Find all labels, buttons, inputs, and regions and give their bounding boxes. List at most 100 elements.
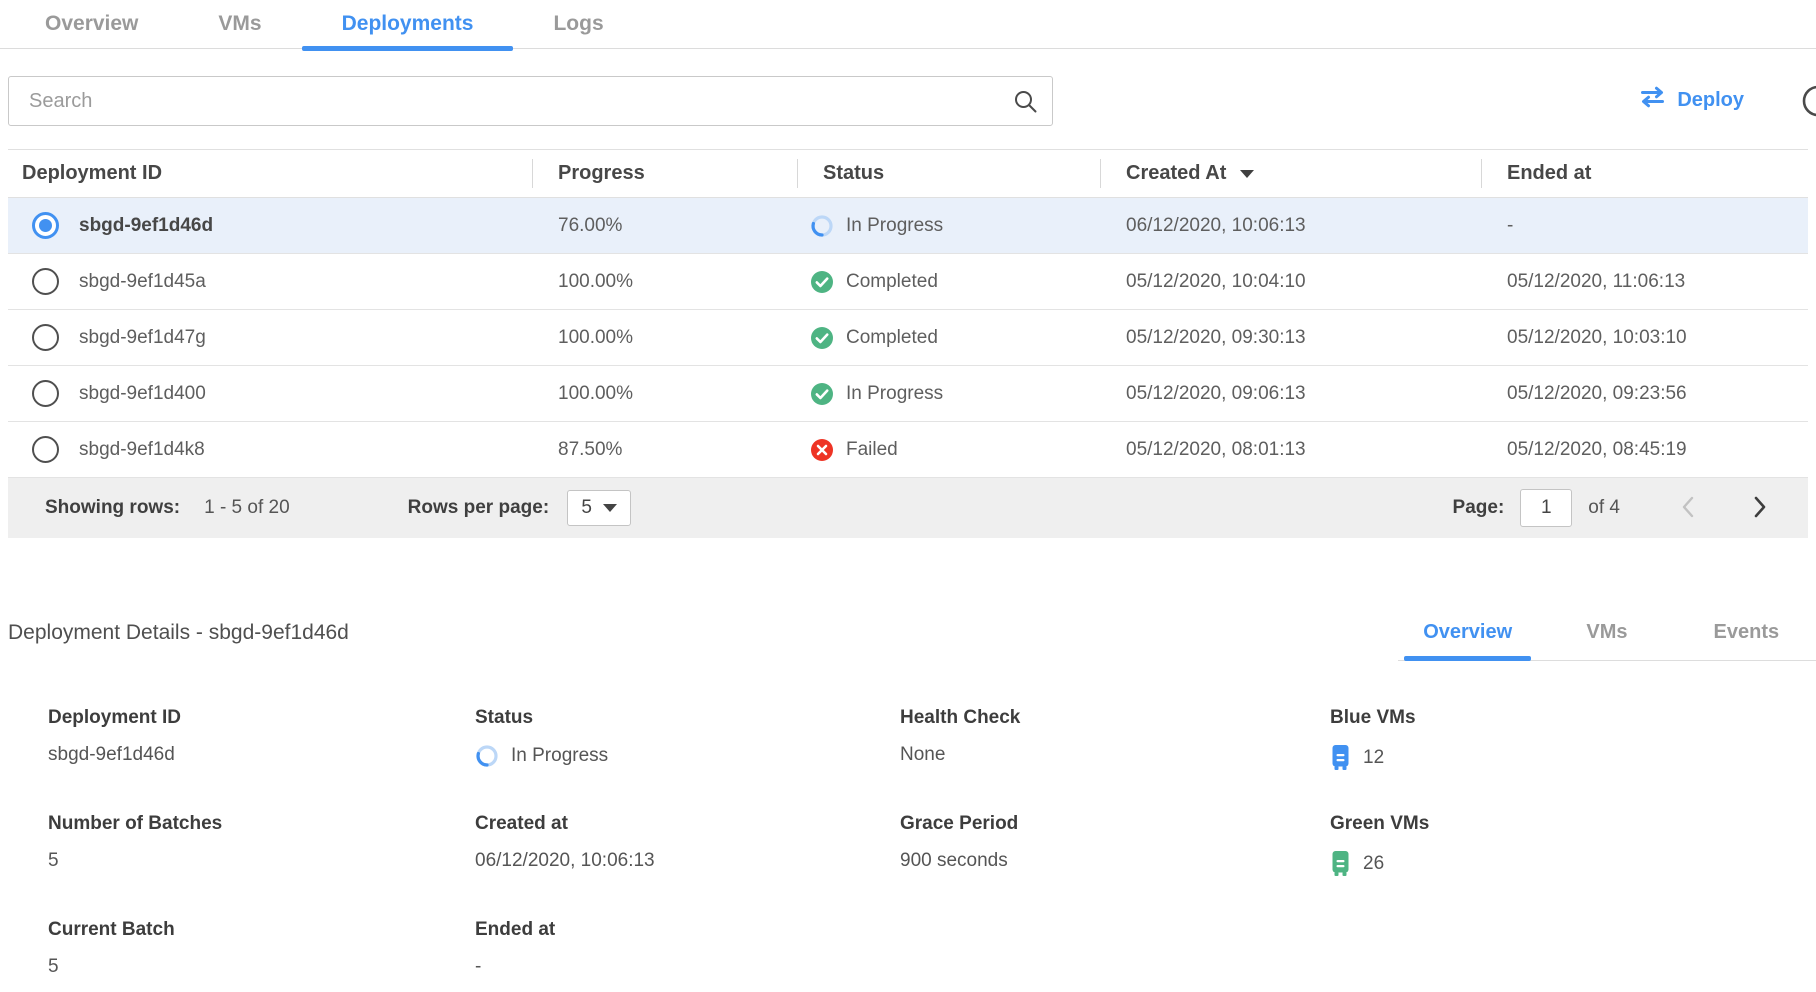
progress-value: 100.00%: [558, 271, 633, 293]
top-tab-bar: Overview VMs Deployments Logs: [0, 0, 1816, 49]
status-icon-slot: [810, 214, 834, 238]
detail-field-icon-slot: [475, 744, 499, 768]
detail-field-icon-slot: [1330, 744, 1351, 771]
progress-cell: 100.00%: [532, 254, 797, 309]
deploy-button[interactable]: Deploy: [1639, 86, 1744, 114]
detail-field-icon-slot: [1330, 850, 1351, 877]
row-radio[interactable]: [32, 324, 59, 351]
table-footer: Showing rows: 1 - 5 of 20 Rows per page:…: [8, 478, 1808, 538]
top-tab-deployments[interactable]: Deployments: [302, 0, 514, 50]
detail-field: Grace Period 900 seconds: [900, 813, 1330, 877]
deployment-id-cell: sbgd-9ef1d47g: [8, 310, 532, 365]
detail-field-label: Number of Batches: [48, 813, 475, 835]
details-tab-events[interactable]: Events: [1677, 611, 1816, 660]
page-number-input[interactable]: [1520, 489, 1572, 527]
column-header: Progress: [532, 150, 797, 197]
status-cell: In Progress: [797, 366, 1100, 421]
detail-field: Green VMs 26: [1330, 813, 1816, 877]
ended-at-cell: 05/12/2020, 08:45:19: [1481, 422, 1808, 477]
table-row[interactable]: sbgd-9ef1d45a 100.00% Completed 05/12/20…: [8, 254, 1808, 310]
deploy-swap-arrows-icon: [1639, 86, 1666, 114]
top-tab-label: Logs: [553, 12, 603, 35]
status-icon-slot: [810, 382, 834, 406]
ended-at-value: 05/12/2020, 09:23:56: [1507, 383, 1687, 405]
created-at-value: 05/12/2020, 08:01:13: [1126, 439, 1306, 461]
column-header-label: Ended at: [1507, 162, 1591, 185]
completed-check-icon: [810, 382, 834, 406]
created-at-value: 05/12/2020, 10:04:10: [1126, 271, 1306, 293]
detail-field-label: Blue VMs: [1330, 707, 1816, 729]
detail-field: Deployment ID sbgd-9ef1d46d: [48, 707, 475, 771]
top-tab-logs[interactable]: Logs: [513, 0, 643, 50]
top-tab-label: Overview: [45, 12, 138, 35]
row-radio[interactable]: [32, 380, 59, 407]
deployment-id: sbgd-9ef1d47g: [79, 327, 206, 349]
status-label: Completed: [846, 327, 938, 349]
rows-per-page-label: Rows per page:: [408, 497, 549, 519]
progress-cell: 100.00%: [532, 310, 797, 365]
table-row[interactable]: sbgd-9ef1d400 100.00% In Progress 05/12/…: [8, 366, 1808, 422]
detail-field-value: 900 seconds: [900, 850, 1008, 872]
row-radio[interactable]: [32, 436, 59, 463]
column-header: Deployment ID: [8, 150, 532, 197]
detail-field-label: Health Check: [900, 707, 1330, 729]
detail-field-label: Green VMs: [1330, 813, 1816, 835]
completed-check-icon: [810, 326, 834, 350]
detail-field: Status In Progress: [475, 707, 900, 771]
table-row[interactable]: sbgd-9ef1d46d 76.00% In Progress 06/12/2…: [8, 198, 1808, 254]
deploy-button-label: Deploy: [1677, 89, 1744, 112]
top-tab-vms[interactable]: VMs: [178, 0, 301, 50]
detail-field-label: Created at: [475, 813, 900, 835]
deployments-table: Deployment ID Progress Status Created At…: [8, 149, 1808, 478]
detail-field: Ended at -: [475, 919, 900, 978]
previous-page-button[interactable]: [1676, 491, 1700, 526]
details-tab-vms[interactable]: VMs: [1537, 611, 1676, 660]
details-tab-overview[interactable]: Overview: [1398, 611, 1537, 660]
detail-field-value: 12: [1363, 747, 1384, 769]
detail-field-label: Deployment ID: [48, 707, 475, 729]
detail-field-label: Status: [475, 707, 900, 729]
detail-field: Number of Batches 5: [48, 813, 475, 877]
rows-per-page-select[interactable]: 5: [567, 490, 631, 526]
table-row[interactable]: sbgd-9ef1d47g 100.00% Completed 05/12/20…: [8, 310, 1808, 366]
search-box: [8, 76, 1053, 126]
column-header[interactable]: Created At: [1100, 150, 1481, 197]
table-row[interactable]: sbgd-9ef1d4k8 87.50% Failed 05/12/2020, …: [8, 422, 1808, 478]
ended-at-cell: 05/12/2020, 11:06:13: [1481, 254, 1808, 309]
details-tab-label: Events: [1714, 621, 1780, 643]
sort-desc-icon: [1240, 170, 1254, 178]
detail-field-value: 5: [48, 850, 59, 872]
search-icon[interactable]: [1012, 88, 1039, 120]
radio-dot: [39, 219, 52, 232]
created-at-cell: 05/12/2020, 09:30:13: [1100, 310, 1481, 365]
status-label: In Progress: [846, 383, 943, 405]
ended-at-value: -: [1507, 215, 1513, 237]
detail-field-value: 06/12/2020, 10:06:13: [475, 850, 655, 872]
table-header-row: Deployment ID Progress Status Created At…: [8, 149, 1808, 198]
created-at-cell: 05/12/2020, 08:01:13: [1100, 422, 1481, 477]
pagination: Page: of 4: [1453, 489, 1772, 527]
ended-at-value: 05/12/2020, 10:03:10: [1507, 327, 1687, 349]
progress-cell: 100.00%: [532, 366, 797, 421]
row-radio[interactable]: [32, 212, 59, 239]
row-radio[interactable]: [32, 268, 59, 295]
search-input[interactable]: [8, 76, 1053, 126]
deployment-id-cell: sbgd-9ef1d400: [8, 366, 532, 421]
status-icon-slot: [810, 438, 834, 462]
status-icon-slot: [810, 270, 834, 294]
created-at-value: 05/12/2020, 09:06:13: [1126, 383, 1306, 405]
created-at-value: 05/12/2020, 09:30:13: [1126, 327, 1306, 349]
detail-field-value: -: [475, 956, 481, 978]
status-label: Completed: [846, 271, 938, 293]
toolbar-row: Deploy: [8, 76, 1808, 126]
rows-per-page-value: 5: [581, 497, 592, 519]
next-page-button[interactable]: [1748, 491, 1772, 526]
history-icon[interactable]: [1796, 82, 1816, 120]
created-at-cell: 05/12/2020, 09:06:13: [1100, 366, 1481, 421]
top-tab-overview[interactable]: Overview: [5, 0, 178, 50]
status-icon-slot: [810, 326, 834, 350]
failed-x-icon: [810, 438, 834, 462]
in-progress-spinner-icon: [475, 744, 499, 768]
created-at-cell: 06/12/2020, 10:06:13: [1100, 198, 1481, 253]
detail-field: Current Batch 5: [48, 919, 475, 978]
